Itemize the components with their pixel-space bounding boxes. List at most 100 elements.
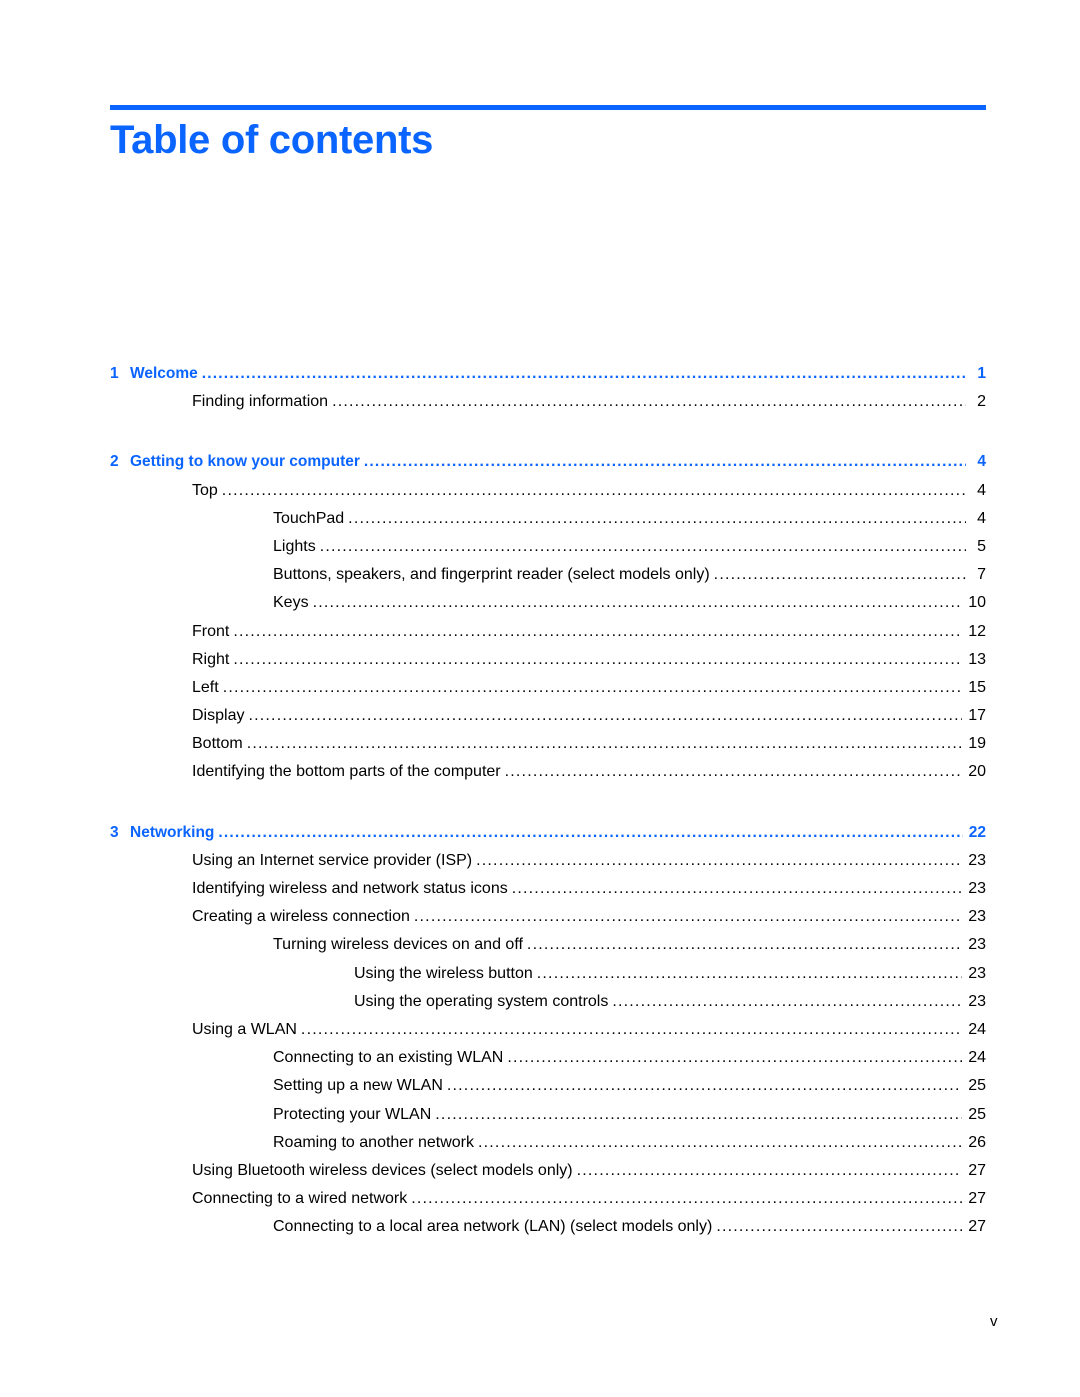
- entry-page-number: 23: [968, 936, 986, 954]
- dot-leader: [476, 847, 962, 875]
- entry-page-number: 5: [977, 537, 986, 555]
- entry-title: Roaming to another network: [273, 1133, 474, 1151]
- page-title: Table of contents: [110, 118, 434, 162]
- dot-leader: [537, 960, 962, 988]
- dot-leader: [414, 903, 962, 931]
- toc-entry[interactable]: Bottom 19: [110, 730, 986, 758]
- toc-entry[interactable]: Turning wireless devices on and off 23: [110, 931, 986, 959]
- entry-title: Setting up a new WLAN: [273, 1077, 443, 1095]
- dot-leader: [222, 477, 966, 505]
- entry-page-number: 15: [968, 678, 986, 696]
- chapter-title: Welcome: [130, 365, 198, 382]
- entry-page-number: 23: [968, 992, 986, 1010]
- table-of-contents: 1 Welcome 1 Finding information 2 2 Gettin…: [110, 360, 986, 1241]
- chapter-page-number: 1: [977, 365, 986, 382]
- chapter-page-number: 4: [977, 453, 986, 471]
- dot-leader: [435, 1101, 962, 1129]
- entry-page-number: 27: [968, 1218, 986, 1236]
- entry-page-number: 4: [977, 509, 986, 527]
- toc-entry[interactable]: Identifying wireless and network status …: [110, 875, 986, 903]
- toc-chapter[interactable]: 3 Networking 22: [110, 819, 986, 847]
- entry-title: Identifying wireless and network status …: [192, 880, 508, 897]
- entry-title: Display: [192, 707, 245, 725]
- dot-leader: [348, 505, 966, 533]
- toc-entry[interactable]: Finding information 2: [110, 388, 986, 416]
- toc-entry[interactable]: Lights 5: [110, 533, 986, 561]
- entry-page-number: 20: [968, 763, 986, 781]
- entry-title: Connecting to a wired network: [192, 1190, 408, 1208]
- dot-leader: [202, 360, 966, 388]
- dot-leader: [527, 931, 962, 959]
- entry-title: Protecting your WLAN: [273, 1105, 432, 1123]
- toc-entry[interactable]: Connecting to a wired network 27: [110, 1185, 986, 1213]
- toc-entry[interactable]: Using the operating system controls 23: [110, 988, 986, 1016]
- toc-entry[interactable]: Creating a wireless connection 23: [110, 903, 986, 931]
- dot-leader: [505, 758, 963, 786]
- toc-entry[interactable]: Roaming to another network 26: [110, 1129, 986, 1157]
- toc-entry[interactable]: Using the wireless button 23: [110, 960, 986, 988]
- toc-entry[interactable]: Right 13: [110, 646, 986, 674]
- entry-page-number: 17: [968, 707, 986, 725]
- toc-entry[interactable]: Top 4: [110, 477, 986, 505]
- entry-page-number: 27: [968, 1190, 986, 1208]
- entry-title: Using the wireless button: [354, 964, 533, 982]
- toc-entry[interactable]: Using a WLAN 24: [110, 1016, 986, 1044]
- entry-title: Connecting to an existing WLAN: [273, 1049, 504, 1067]
- entry-title: Connecting to a local area network (LAN)…: [273, 1218, 713, 1236]
- entry-title: Buttons, speakers, and fingerprint reade…: [273, 566, 710, 584]
- dot-leader: [247, 730, 963, 758]
- dot-leader: [447, 1072, 962, 1100]
- dot-leader: [411, 1185, 962, 1213]
- chapter-spacer: [110, 787, 986, 819]
- entry-page-number: 19: [968, 735, 986, 753]
- chapter-title: Networking: [130, 823, 215, 841]
- entry-page-number: 24: [968, 1020, 986, 1038]
- entry-title: Identifying the bottom parts of the comp…: [192, 763, 501, 781]
- entry-page-number: 12: [968, 622, 986, 640]
- toc-entry[interactable]: Left 15: [110, 674, 986, 702]
- chapter-title: Getting to know your computer: [130, 453, 360, 471]
- toc-entry[interactable]: Front 12: [110, 618, 986, 646]
- entry-title: Keys: [273, 594, 309, 612]
- entry-title: Using a WLAN: [192, 1020, 297, 1038]
- toc-entry[interactable]: TouchPad 4: [110, 505, 986, 533]
- toc-chapter[interactable]: 1 Welcome 1: [110, 360, 986, 388]
- toc-entry[interactable]: Protecting your WLAN 25: [110, 1101, 986, 1129]
- toc-entry[interactable]: Buttons, speakers, and fingerprint reade…: [110, 561, 986, 589]
- toc-entry[interactable]: Connecting to a local area network (LAN)…: [110, 1213, 986, 1241]
- toc-entry[interactable]: Display 17: [110, 702, 986, 730]
- dot-leader: [364, 448, 966, 476]
- entry-title: Using the operating system controls: [354, 992, 609, 1010]
- footer-page-number: v: [990, 1313, 998, 1330]
- chapter-label: 3 Networking: [110, 819, 218, 847]
- chapter-page-number: 22: [968, 823, 986, 841]
- toc-entry[interactable]: Using an Internet service provider (ISP)…: [110, 847, 986, 875]
- entry-page-number: 7: [977, 566, 986, 584]
- toc-entry[interactable]: Using Bluetooth wireless devices (select…: [110, 1157, 986, 1185]
- entry-page-number: 23: [968, 964, 986, 982]
- entry-page-number: 25: [968, 1077, 986, 1095]
- toc-entry[interactable]: Connecting to an existing WLAN 24: [110, 1044, 986, 1072]
- entry-page-number: 13: [968, 650, 986, 668]
- dot-leader: [218, 819, 962, 847]
- toc-entry[interactable]: Setting up a new WLAN 25: [110, 1072, 986, 1100]
- entry-page-number: 23: [968, 880, 986, 897]
- dot-leader: [313, 589, 963, 617]
- entry-title: Using Bluetooth wireless devices (select…: [192, 1161, 573, 1179]
- dot-leader: [507, 1044, 962, 1072]
- entry-title: TouchPad: [273, 509, 345, 527]
- toc-entry[interactable]: Keys 10: [110, 589, 986, 617]
- entry-page-number: 27: [968, 1161, 986, 1179]
- toc-entry[interactable]: Identifying the bottom parts of the comp…: [110, 758, 986, 786]
- dot-leader: [301, 1016, 962, 1044]
- toc-chapter[interactable]: 2 Getting to know your computer 4: [110, 448, 986, 476]
- chapter-number: 2: [110, 453, 119, 471]
- entry-page-number: 24: [968, 1049, 986, 1067]
- chapter-number: 3: [110, 823, 119, 841]
- dot-leader: [612, 988, 962, 1016]
- entry-page-number: 23: [968, 908, 986, 926]
- entry-page-number: 23: [968, 851, 986, 869]
- entry-title: Front: [192, 622, 230, 640]
- entry-page-number: 26: [968, 1133, 986, 1151]
- chapter-label: 1 Welcome: [110, 360, 202, 388]
